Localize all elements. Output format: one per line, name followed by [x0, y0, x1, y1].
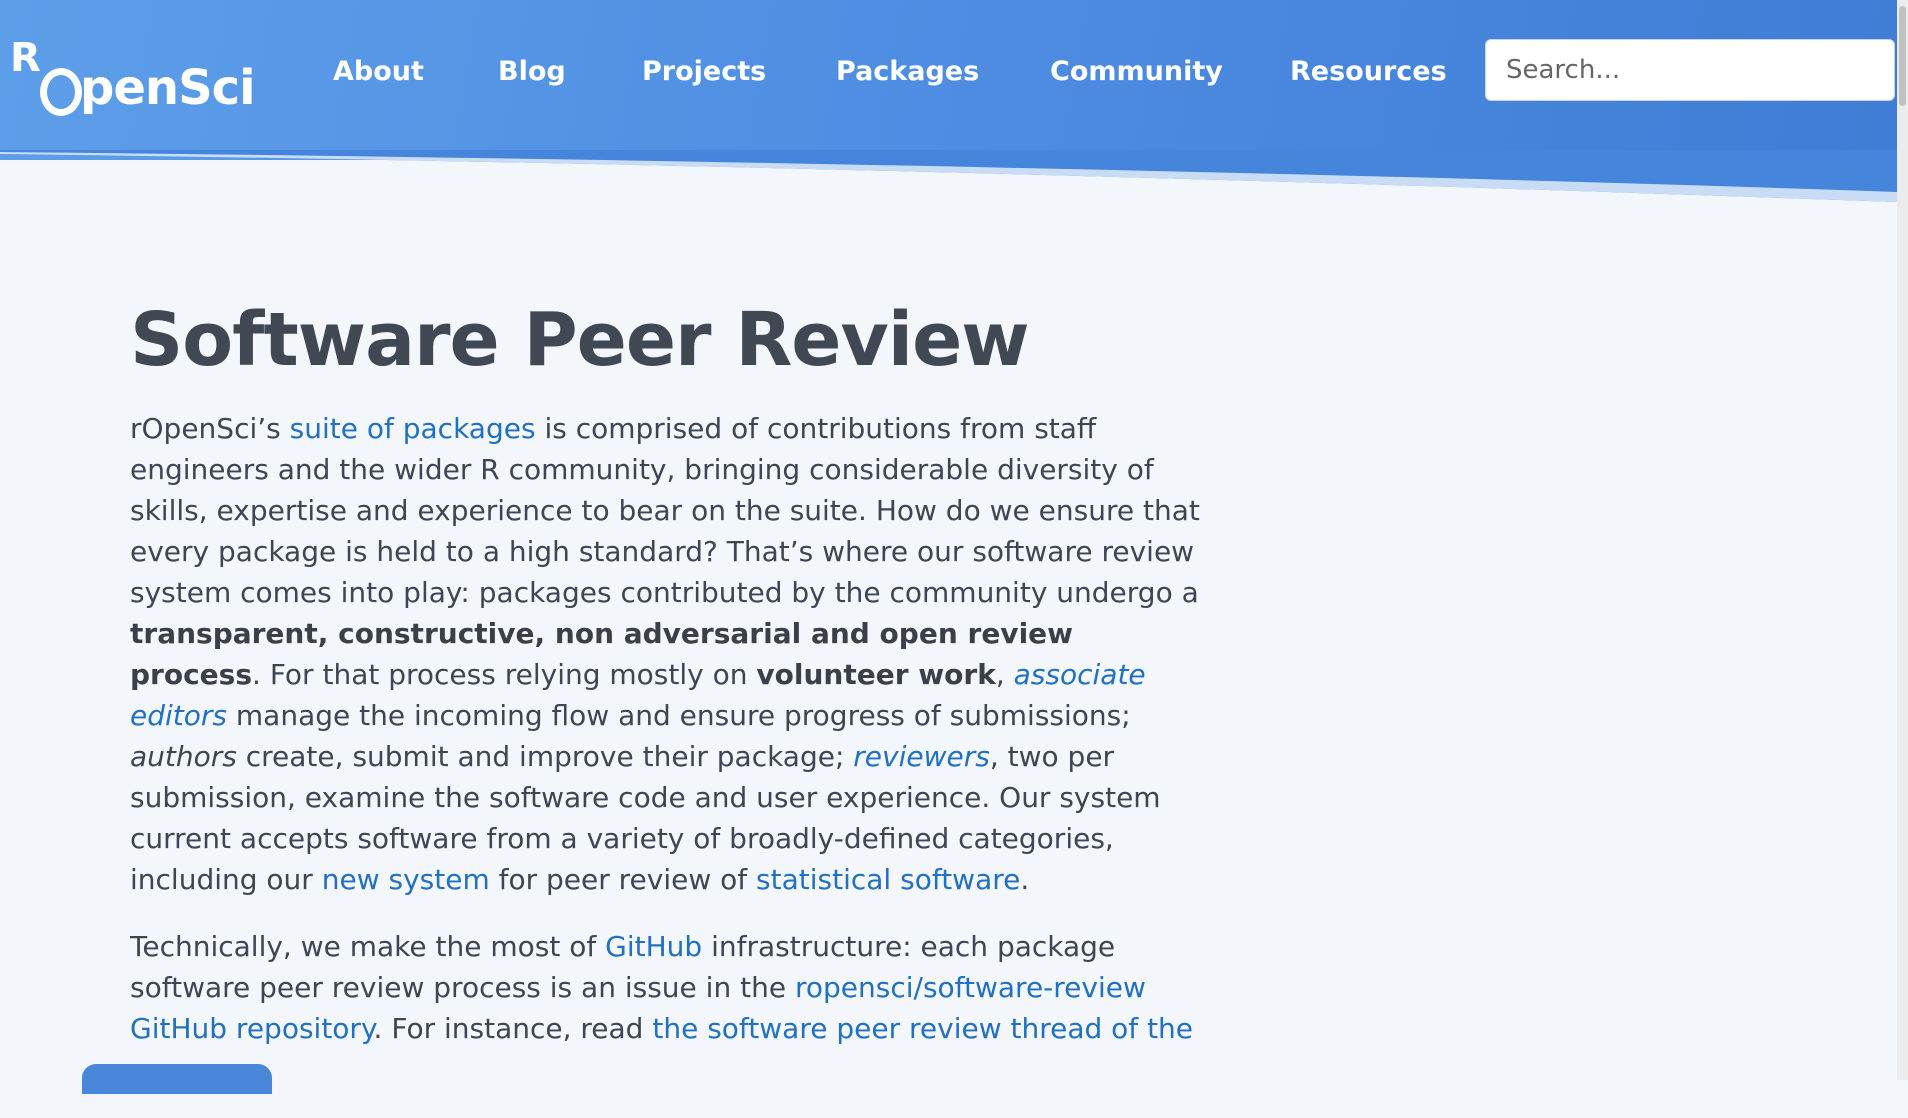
github-link[interactable]: GitHub: [605, 930, 702, 963]
ropensci-logo[interactable]: R penSci: [10, 35, 256, 118]
link-text: the software peer review thread of the: [652, 1012, 1194, 1045]
scrollbar-thumb[interactable]: [1899, 6, 1906, 106]
text: manage the incoming flow and ensure prog…: [227, 699, 1131, 732]
header-wave: [0, 150, 1897, 202]
nav-resources[interactable]: Resources: [1290, 50, 1447, 94]
page-scrollbar[interactable]: [1897, 0, 1908, 1080]
nav-about[interactable]: About: [333, 50, 424, 94]
bottom-floating-tab[interactable]: [82, 1064, 272, 1094]
logo-r: R: [10, 35, 41, 81]
text: . For instance, read: [373, 1012, 653, 1045]
nav-blog[interactable]: Blog: [498, 50, 566, 94]
logo-text: penSci: [80, 60, 256, 116]
search-input[interactable]: [1485, 39, 1895, 101]
text: . For that process relying mostly on: [252, 658, 757, 691]
main-content: Software Peer Review rOpenSci’s suite of…: [130, 290, 1210, 1118]
text: create, submit and improve their package…: [236, 740, 854, 773]
nav-projects[interactable]: Projects: [642, 50, 766, 94]
technical-paragraph: Technically, we make the most of GitHub …: [130, 926, 1210, 1092]
statistical-software-link[interactable]: statistical software: [756, 863, 1020, 896]
reviewers-link[interactable]: reviewers: [853, 740, 990, 773]
italic-text: authors: [130, 740, 237, 773]
nav-packages[interactable]: Packages: [836, 50, 979, 94]
intro-paragraph: rOpenSci’s suite of packages is comprise…: [130, 408, 1210, 900]
text: for peer review of: [489, 863, 757, 896]
suite-of-packages-link[interactable]: suite of packages: [290, 412, 536, 445]
link-text: reviewers: [853, 740, 990, 773]
text: ,: [995, 658, 1014, 691]
text: Technically, we make the most of: [130, 930, 606, 963]
nav-community[interactable]: Community: [1050, 50, 1223, 94]
text: .: [1020, 863, 1030, 896]
page-title: Software Peer Review: [130, 297, 1030, 383]
bold-text: volunteer work: [756, 658, 996, 691]
text: rOpenSci’s: [130, 412, 290, 445]
new-system-link[interactable]: new system: [322, 863, 490, 896]
logo-o-ring: [40, 68, 82, 116]
